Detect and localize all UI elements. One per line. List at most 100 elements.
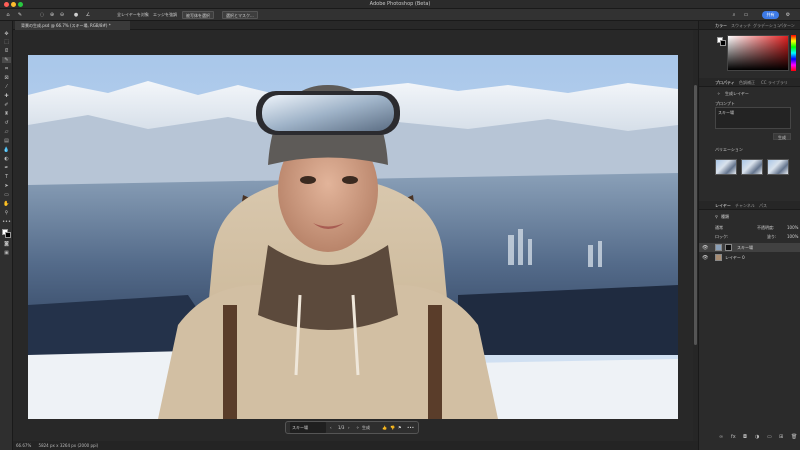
panel-background-swatch[interactable] <box>720 40 726 46</box>
variation-thumbnail[interactable] <box>741 159 763 175</box>
move-tool-icon[interactable]: ✥ <box>2 31 11 37</box>
layer-filter-select[interactable]: 種類 <box>721 214 729 220</box>
history-brush-tool-icon[interactable]: ↺ <box>2 120 11 126</box>
layer-row[interactable]: 👁 スキー場 <box>699 243 800 252</box>
type-tool-icon[interactable]: T <box>2 174 11 180</box>
home-icon[interactable]: ⌂ <box>4 11 12 19</box>
tab-paths[interactable]: パス <box>759 201 767 210</box>
tab-adjustments[interactable]: 色調補正 <box>739 78 755 87</box>
eyedropper-tool-icon[interactable]: ⁄ <box>2 84 11 90</box>
document-tab-bar: 背景の生成.psd @ 66.7% (スキー場, RGB/8#) * <box>13 21 698 30</box>
healing-brush-tool-icon[interactable]: ✚ <box>2 93 11 99</box>
link-layers-icon[interactable]: ∞ <box>719 434 723 440</box>
tab-patterns[interactable]: パターン <box>779 21 795 30</box>
new-group-icon[interactable]: ▭ <box>767 434 772 440</box>
fill-value[interactable]: 100% <box>787 234 798 239</box>
canvas-area[interactable] <box>13 30 693 441</box>
generate-icon[interactable]: ✧ <box>356 422 359 433</box>
workspace-icon[interactable]: ▭ <box>742 11 750 19</box>
layer-style-icon[interactable]: fx <box>731 434 736 440</box>
dodge-tool-icon[interactable]: ◐ <box>2 156 11 162</box>
sample-all-layers-checkbox[interactable]: 全レイヤーを対象 <box>114 11 152 19</box>
delete-layer-icon[interactable]: 🗑 <box>791 434 797 440</box>
rectangle-tool-icon[interactable]: ▭ <box>2 192 11 198</box>
tab-cc-libraries[interactable]: CC ライブラリ <box>761 78 788 87</box>
previous-variation-icon[interactable]: ‹ <box>330 422 332 433</box>
visibility-eye-icon[interactable]: 👁 <box>702 245 708 251</box>
frame-tool-icon[interactable]: ⊠ <box>2 75 11 81</box>
brush-tool-icon[interactable]: ✐ <box>2 102 11 108</box>
quick-mask-icon[interactable]: ◙ <box>2 241 11 247</box>
lock-label: ロック: <box>715 234 729 239</box>
eraser-tool-icon[interactable]: ▱ <box>2 129 11 135</box>
lasso-tool-icon[interactable]: ᘓ <box>2 48 11 54</box>
marquee-tool-icon[interactable]: ⬚ <box>2 39 11 45</box>
new-layer-icon[interactable]: ⊞ <box>779 434 783 440</box>
blur-tool-icon[interactable]: 💧 <box>2 147 11 153</box>
search-icon[interactable]: ⌕ <box>730 11 738 19</box>
document-image[interactable] <box>28 55 678 419</box>
screen-mode-icon[interactable]: ▣ <box>2 250 11 256</box>
layer-thumbnail <box>715 254 722 261</box>
title-bar: Adobe Photoshop (Beta) <box>0 0 800 9</box>
thumbs-down-icon[interactable]: 👎 <box>390 422 395 433</box>
variation-thumbnail[interactable] <box>715 159 737 175</box>
tab-swatches[interactable]: スウォッチ <box>731 21 751 30</box>
opacity-label: 不透明度: <box>757 225 775 230</box>
path-selection-tool-icon[interactable]: ➤ <box>2 183 11 189</box>
variation-thumbnail[interactable] <box>767 159 789 175</box>
flag-icon[interactable]: ⚑ <box>398 422 402 433</box>
layer-thumbnail <box>715 244 722 251</box>
hue-slider[interactable] <box>791 35 796 71</box>
share-button[interactable]: 共有 <box>762 11 779 19</box>
generate-button[interactable]: 生成 <box>362 422 370 433</box>
adjustment-layer-icon[interactable]: ◑ <box>755 434 759 440</box>
color-picker-field[interactable] <box>727 35 789 71</box>
brush-size-icon[interactable]: ● <box>72 11 80 19</box>
layer-filter-icon[interactable]: ⚲ <box>715 214 718 219</box>
properties-generate-button[interactable]: 生成 <box>773 133 791 140</box>
tab-channels[interactable]: チャンネル <box>735 201 755 210</box>
tab-properties[interactable]: プロパティ <box>715 78 735 87</box>
thumbs-up-icon[interactable]: 👍 <box>382 422 387 433</box>
quick-selection-tool-icon[interactable]: ✎ <box>2 57 11 63</box>
layer-row[interactable]: 👁 レイヤー 0 <box>699 253 800 262</box>
scrollbar-thumb[interactable] <box>694 85 697 345</box>
visibility-eye-icon[interactable]: 👁 <box>702 255 708 261</box>
properties-generate-label: 生成 <box>778 135 786 140</box>
quick-selection-tool-icon[interactable]: ✎ <box>16 11 24 19</box>
blend-mode-select[interactable]: 通常 <box>715 225 723 231</box>
prompt-textarea[interactable]: スキー場 <box>715 107 791 129</box>
auto-enhance-checkbox[interactable]: エッジを強調 <box>150 11 180 19</box>
more-tools-icon[interactable]: ••• <box>2 219 11 225</box>
tab-layers[interactable]: レイヤー <box>715 201 731 210</box>
new-selection-icon[interactable]: ◌ <box>38 11 46 19</box>
prompt-input[interactable]: スキー場 <box>290 422 326 433</box>
layer-mask-thumbnail[interactable] <box>725 244 732 251</box>
brush-angle-icon[interactable]: ∠ <box>84 11 92 19</box>
next-variation-icon[interactable]: › <box>348 422 350 433</box>
background-color-swatch[interactable] <box>5 232 11 238</box>
variation-counter: 1/3 <box>338 425 345 430</box>
pen-tool-icon[interactable]: ✒ <box>2 165 11 171</box>
clone-stamp-tool-icon[interactable]: ♜ <box>2 111 11 117</box>
zoom-level[interactable]: 66.67% <box>16 443 31 448</box>
crop-tool-icon[interactable]: ⌗ <box>2 66 11 72</box>
add-to-selection-icon[interactable]: ⊕ <box>48 11 56 19</box>
tab-gradients[interactable]: グラデーション <box>753 21 781 30</box>
add-mask-icon[interactable]: ◘ <box>743 434 747 440</box>
zoom-tool-icon[interactable]: ⚲ <box>2 210 11 216</box>
hand-tool-icon[interactable]: ✋ <box>2 201 11 207</box>
settings-icon[interactable]: ⚙ <box>784 11 792 19</box>
layers-panel-tabs: レイヤー チャンネル パス <box>699 201 800 210</box>
document-tab[interactable]: 背景の生成.psd @ 66.7% (スキー場, RGB/8#) * <box>15 21 130 30</box>
select-subject-button[interactable]: 被写体を選択 <box>182 11 214 19</box>
more-options-icon[interactable]: ••• <box>407 422 414 433</box>
tab-color[interactable]: カラー <box>715 21 727 30</box>
document-size[interactable]: 5824 px x 3264 px (2000 ppi) <box>39 443 99 448</box>
select-and-mask-button[interactable]: 選択とマスク... <box>222 11 258 19</box>
opacity-value[interactable]: 100% <box>787 225 798 230</box>
gradient-tool-icon[interactable]: ▤ <box>2 138 11 144</box>
app-title: Adobe Photoshop (Beta) <box>369 1 431 7</box>
subtract-selection-icon[interactable]: ⊖ <box>58 11 66 19</box>
